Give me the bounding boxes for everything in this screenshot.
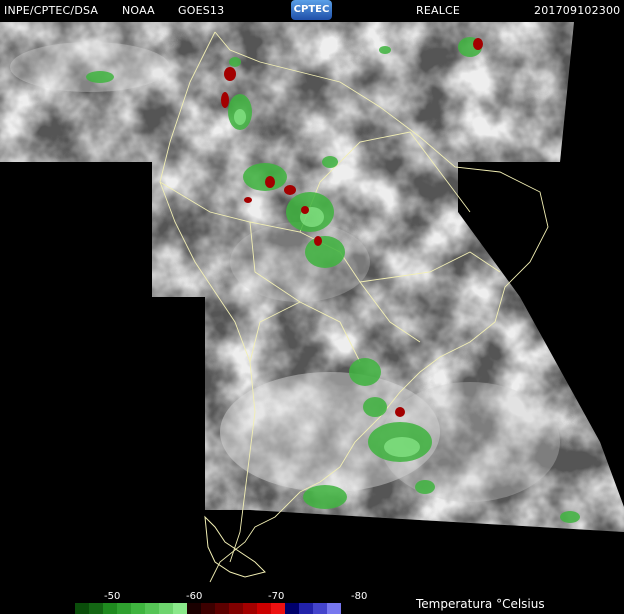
timestamp-label: 201709102300 xyxy=(534,4,621,17)
color-bar-segment xyxy=(243,603,257,614)
source-label: INPE/CPTEC/DSA xyxy=(4,4,99,17)
legend-tick: -80 xyxy=(351,591,368,602)
color-bar-segment xyxy=(103,603,117,614)
temperature-legend: -50 -60 -70 -80 Temperatura °Celsius xyxy=(0,590,624,614)
color-bar xyxy=(75,603,341,614)
color-bar-segment xyxy=(229,603,243,614)
color-bar-segment xyxy=(131,603,145,614)
legend-tick: -60 xyxy=(186,591,203,602)
legend-tick: -70 xyxy=(268,591,285,602)
color-bar-segment xyxy=(215,603,229,614)
color-bar-segment xyxy=(75,603,89,614)
color-bar-segment xyxy=(313,603,327,614)
header-bar: INPE/CPTEC/DSA NOAA GOES13 CPTEC REALCE … xyxy=(0,0,624,22)
color-bar-segment xyxy=(159,603,173,614)
mode-label: REALCE xyxy=(416,4,461,17)
satellite-image xyxy=(0,22,624,583)
color-bar-segment xyxy=(257,603,271,614)
logo-text: CPTEC xyxy=(293,4,330,15)
agency-label: NOAA xyxy=(122,4,155,17)
color-bar-segment xyxy=(285,603,299,614)
color-bar-segment xyxy=(201,603,215,614)
color-bar-segment xyxy=(117,603,131,614)
color-bar-segment xyxy=(187,603,201,614)
legend-tick: -50 xyxy=(104,591,121,602)
temperature-unit-label: Temperatura °Celsius xyxy=(416,597,545,611)
color-bar-segment xyxy=(145,603,159,614)
color-bar-segment xyxy=(89,603,103,614)
cptec-logo-icon: CPTEC xyxy=(291,0,332,20)
color-bar-segment xyxy=(327,603,341,614)
satellite-label: GOES13 xyxy=(178,4,225,17)
color-bar-segment xyxy=(173,603,187,614)
color-bar-segment xyxy=(299,603,313,614)
color-bar-segment xyxy=(271,603,285,614)
